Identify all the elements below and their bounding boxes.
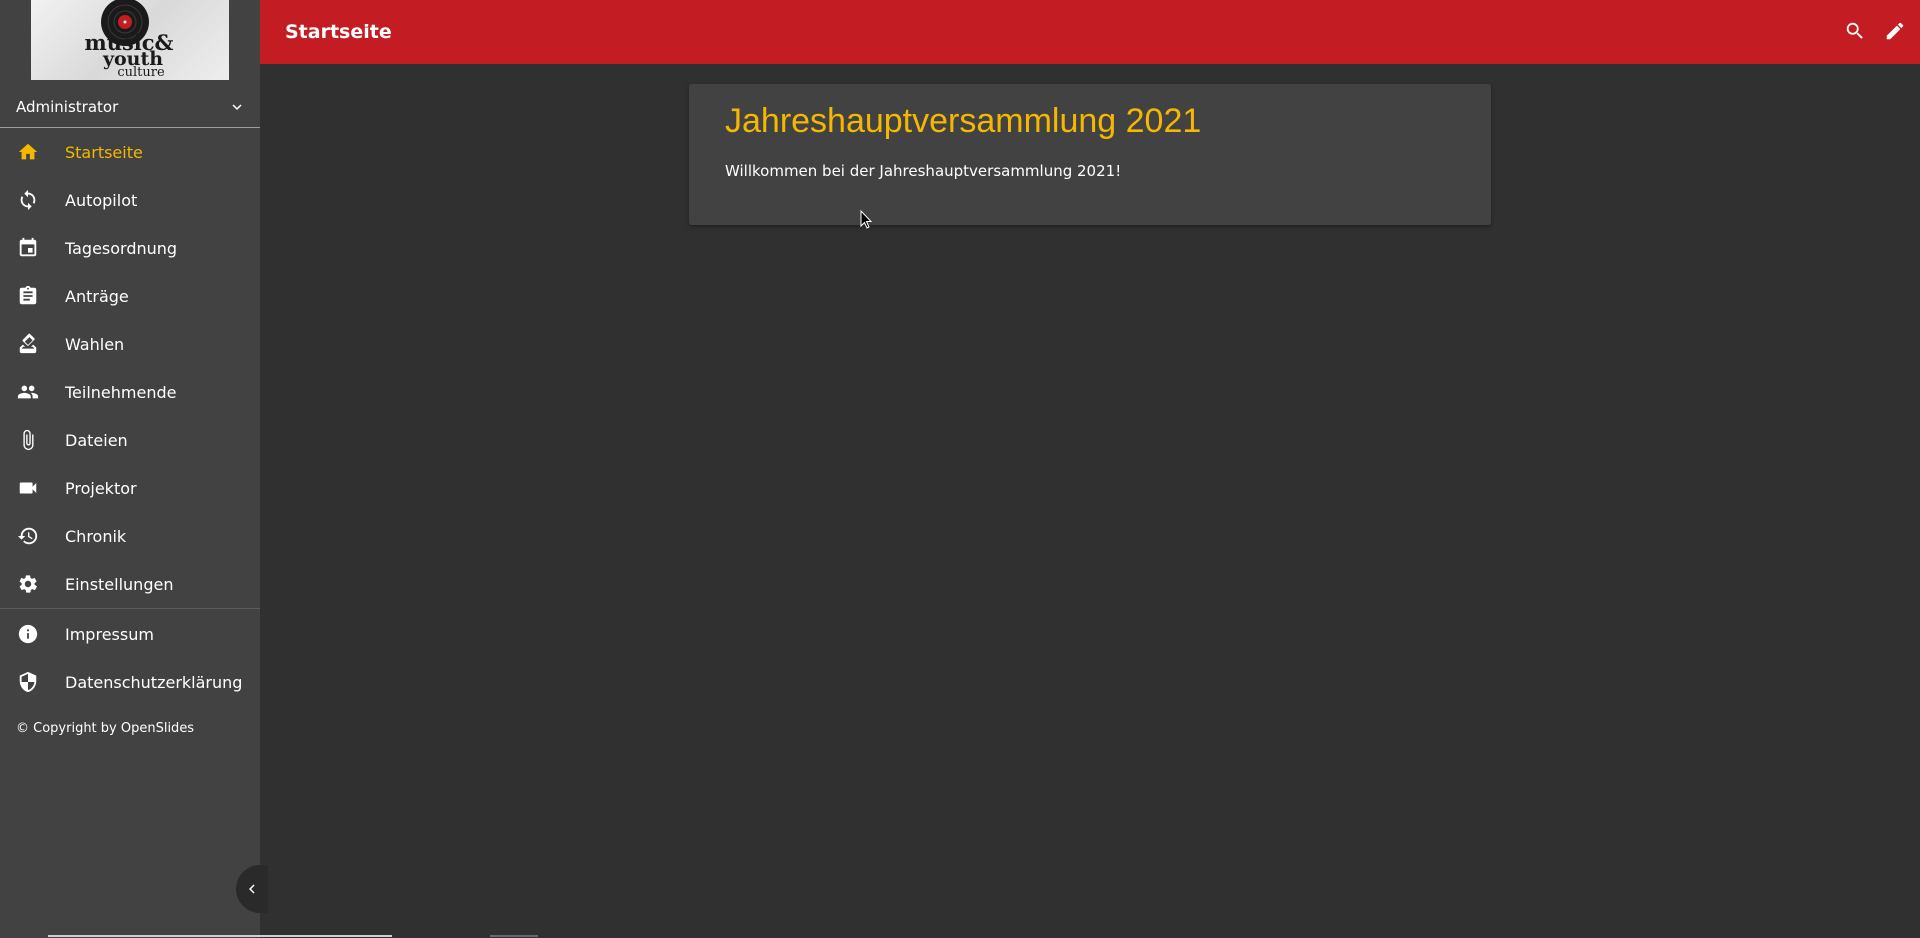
info-icon <box>16 622 40 646</box>
nav-label: Tagesordnung <box>65 238 178 258</box>
logo-line3: culture <box>117 65 165 80</box>
nav-item-autopilot[interactable]: Autopilot <box>0 176 260 224</box>
copyright[interactable]: © Copyright by OpenSlides <box>16 721 194 736</box>
chevron-down-icon <box>232 103 242 110</box>
nav-label: Impressum <box>65 624 154 644</box>
nav-item-tagesordnung[interactable]: Tagesordnung <box>0 224 260 272</box>
nav-item-datenschutz[interactable]: Datenschutzerklärung <box>0 658 260 706</box>
page-title: Startseite <box>285 21 392 43</box>
user-name: Administrator <box>16 97 119 116</box>
people-icon <box>16 380 40 404</box>
nav-label: Anträge <box>65 286 129 306</box>
settings-icon <box>16 572 40 596</box>
logo[interactable]: music& youth culture <box>31 0 229 80</box>
assignment-icon <box>16 284 40 308</box>
nav-label: Dateien <box>65 430 128 450</box>
card-title: Jahreshauptversammlung 2021 <box>725 102 1202 140</box>
nav-item-wahlen[interactable]: Wahlen <box>0 320 260 368</box>
scrollbar-thumb[interactable] <box>48 935 392 937</box>
chevron-left-icon <box>249 884 255 894</box>
shield-icon <box>16 670 40 694</box>
nav-item-dateien[interactable]: Dateien <box>0 416 260 464</box>
scrollbar-thumb-secondary[interactable] <box>490 935 538 937</box>
edit-icon <box>1886 22 1904 40</box>
mouse-cursor-icon <box>860 210 873 229</box>
welcome-card: Jahreshauptversammlung 2021 Willkommen b… <box>689 84 1491 225</box>
nav-label: Teilnehmende <box>65 382 177 402</box>
attach-file-icon <box>16 428 40 452</box>
nav-label: Chronik <box>65 526 127 546</box>
home-icon <box>16 140 40 164</box>
nav-item-impressum[interactable]: Impressum <box>0 610 260 658</box>
history-icon <box>16 524 40 548</box>
main-nav: Startseite Autopilot Tagesordnung Anträg… <box>0 128 260 706</box>
nav-label: Datenschutzerklärung <box>65 672 243 692</box>
toolbar: Startseite <box>260 0 1920 64</box>
calendar-icon <box>16 236 40 260</box>
nav-label: Einstellungen <box>65 574 174 594</box>
nav-item-teilnehmende[interactable]: Teilnehmende <box>0 368 260 416</box>
edit-button[interactable] <box>1882 18 1908 44</box>
nav-label: Projektor <box>65 478 137 498</box>
videocam-icon <box>16 476 40 500</box>
nav-item-einstellungen[interactable]: Einstellungen <box>0 560 260 608</box>
user-menu[interactable]: Administrator <box>0 86 260 128</box>
sidebar-collapse-button[interactable] <box>236 865 268 913</box>
nav-item-projektor[interactable]: Projektor <box>0 464 260 512</box>
sidebar: music& youth culture Administrator Start… <box>0 0 268 938</box>
search-icon <box>1846 22 1863 39</box>
card-text: Willkommen bei der Jahreshauptversammlun… <box>725 162 1122 180</box>
nav-item-antraege[interactable]: Anträge <box>0 272 260 320</box>
nav-divider <box>0 608 260 609</box>
nav-item-startseite[interactable]: Startseite <box>0 128 260 176</box>
search-button[interactable] <box>1842 18 1868 44</box>
sync-icon <box>16 188 40 212</box>
nav-label: Wahlen <box>65 334 125 354</box>
nav-item-chronik[interactable]: Chronik <box>0 512 260 560</box>
how-to-vote-icon <box>16 332 40 356</box>
nav-label: Startseite <box>65 142 143 162</box>
nav-label: Autopilot <box>65 190 138 210</box>
